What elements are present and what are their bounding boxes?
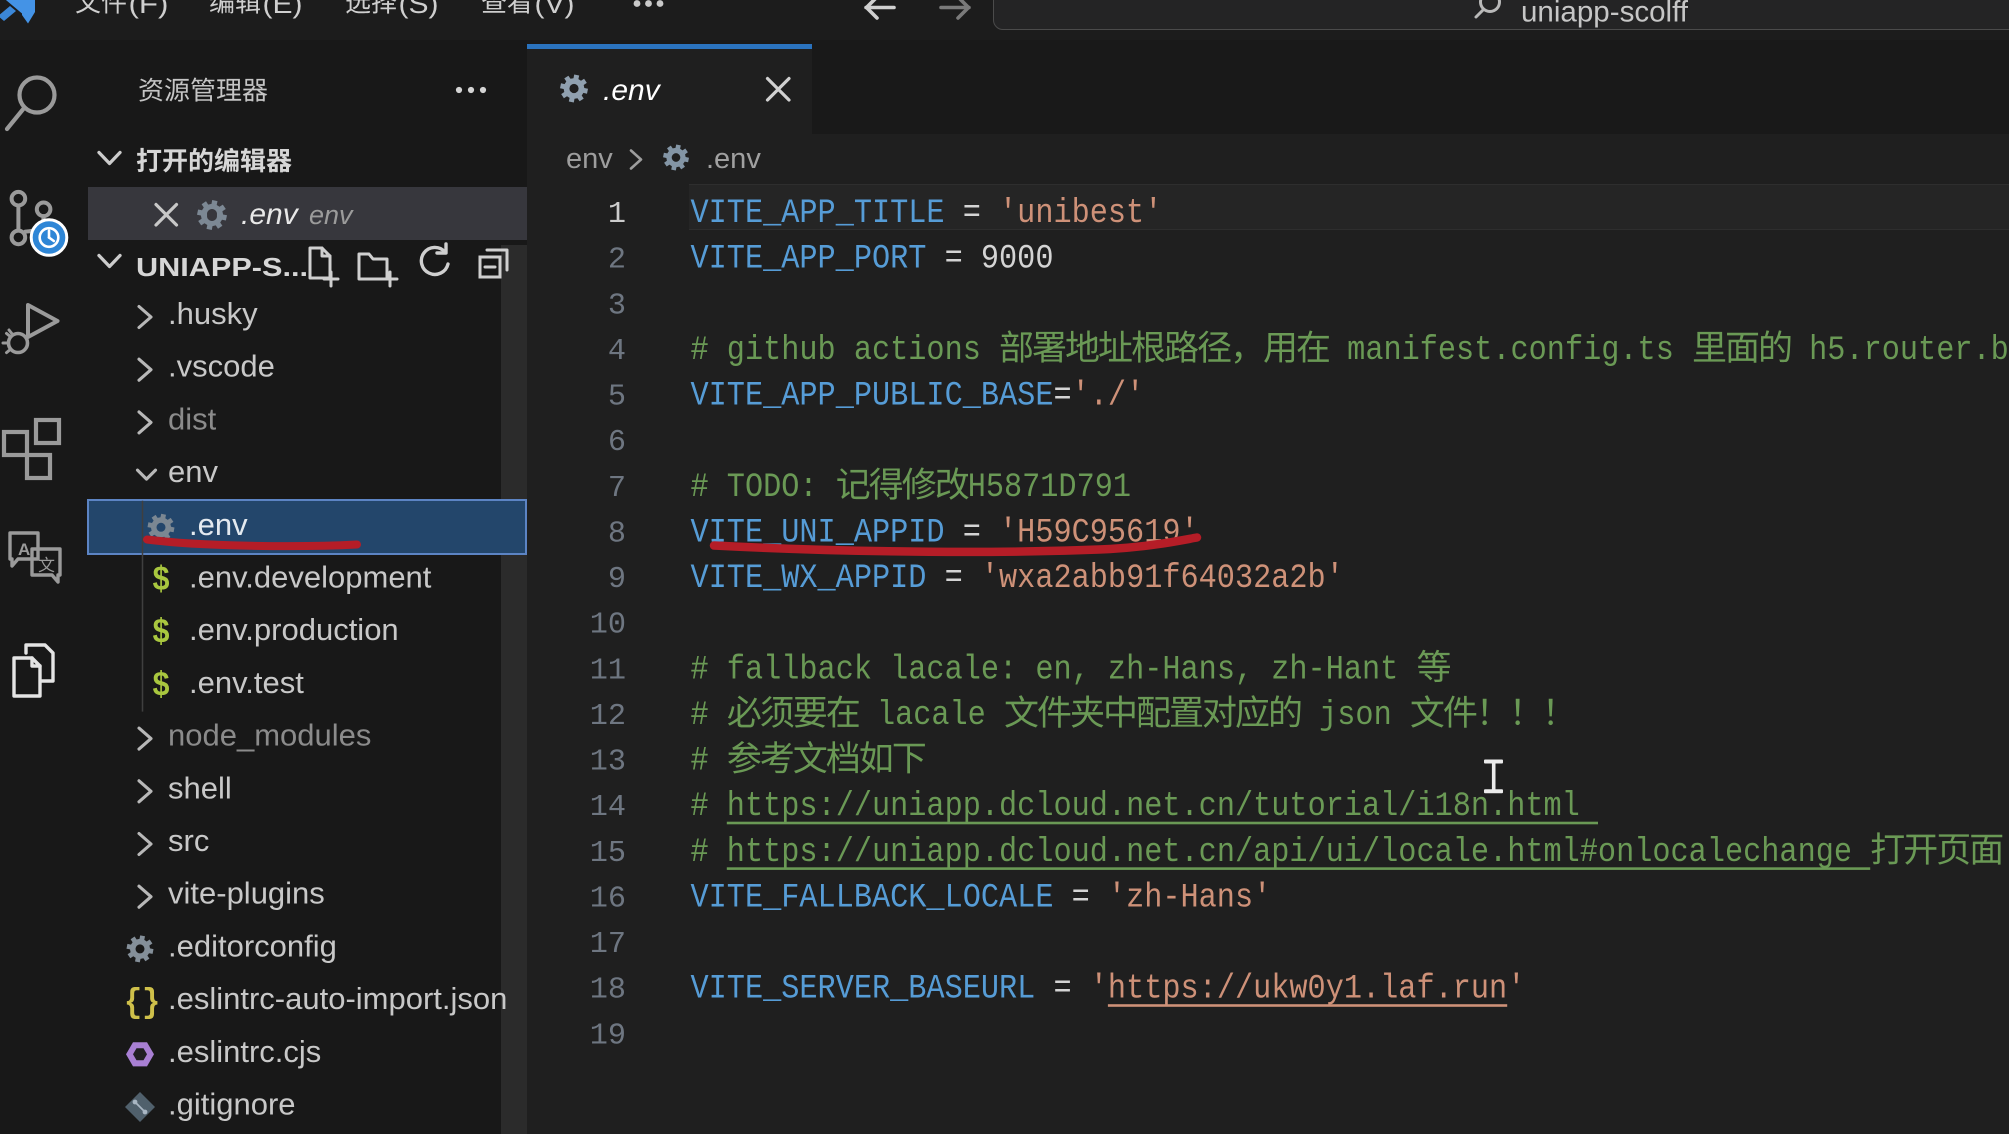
- svg-text:8: 8: [608, 516, 626, 551]
- svg-text:h5.router.base: h5.router.base: [1791, 331, 2009, 370]
- svg-text:VITE_APP_PUBLIC_BASE: VITE_APP_PUBLIC_BASE: [691, 377, 1054, 416]
- svg-text:15: 15: [590, 836, 626, 871]
- svg-text:#: #: [691, 696, 727, 735]
- svg-text:# github actions: # github actions: [691, 331, 1000, 370]
- svg-text:'./': './': [1072, 377, 1145, 416]
- svg-text:# https://uniapp.dcloud.net.cn: # https://uniapp.dcloud.net.cn/api/ui/lo…: [691, 833, 1871, 872]
- svg-text:# fallback lacale: en, zh-Hans: # fallback lacale: en, zh-Hans, zh-Hant: [691, 650, 1417, 689]
- svg-text:vite-plugins: vite-plugins: [168, 876, 325, 911]
- svg-text:18: 18: [590, 973, 626, 1008]
- svg-text:=: =: [945, 194, 999, 233]
- svg-text:.gitignore: .gitignore: [168, 1087, 296, 1122]
- svg-text:=: =: [926, 559, 980, 598]
- svg-text:.eslintrc.cjs: .eslintrc.cjs: [168, 1034, 321, 1069]
- svg-text:lacale: lacale: [859, 696, 1004, 735]
- svg-text:.env: .env: [603, 74, 662, 107]
- svg-text:json: json: [1301, 696, 1410, 735]
- svg-text:12: 12: [590, 699, 626, 734]
- svg-text:VITE_SERVER_BASEURL: VITE_SERVER_BASEURL: [691, 970, 1036, 1009]
- svg-text:14: 14: [590, 790, 626, 825]
- svg-text:VITE_WX_APPID: VITE_WX_APPID: [691, 559, 927, 598]
- svg-text:H5871D791: H5871D791: [968, 468, 1131, 507]
- svg-text:16: 16: [590, 881, 626, 916]
- svg-text:(F): (F): [129, 0, 169, 19]
- svg-text:# TODO:: # TODO:: [691, 468, 836, 507]
- svg-text:.husky: .husky: [168, 296, 258, 331]
- svg-text:9: 9: [608, 562, 626, 597]
- svg-text:.env: .env: [241, 198, 300, 231]
- svg-text:'wxa2abb91f64032a2b': 'wxa2abb91f64032a2b': [981, 559, 1344, 598]
- svg-text:.eslintrc-auto-import.json: .eslintrc-auto-import.json: [168, 981, 507, 1016]
- svg-text:6: 6: [608, 425, 626, 460]
- svg-text:A: A: [18, 540, 30, 559]
- svg-text:.env: .env: [189, 507, 248, 542]
- svg-text:1: 1: [608, 197, 626, 232]
- svg-text:env: env: [168, 454, 218, 489]
- svg-text:VITE_APP_PORT: VITE_APP_PORT: [691, 240, 927, 279]
- svg-text:$: $: [152, 668, 170, 706]
- svg-text:13: 13: [590, 745, 626, 780]
- svg-text:'zh-Hans': 'zh-Hans': [1108, 878, 1271, 917]
- svg-text:env: env: [566, 143, 613, 175]
- svg-text:=: =: [945, 513, 999, 552]
- svg-text:shell: shell: [168, 770, 232, 805]
- svg-text:#: #: [691, 742, 727, 781]
- svg-text:.env.production: .env.production: [189, 612, 399, 647]
- svg-text:(E): (E): [263, 0, 303, 19]
- svg-text:uniapp-scolff: uniapp-scolff: [1521, 0, 1689, 29]
- svg-text:3: 3: [608, 288, 626, 323]
- svg-text:=: =: [1053, 878, 1107, 917]
- svg-text:=: =: [926, 240, 980, 279]
- svg-text:$: $: [152, 563, 170, 601]
- svg-text:.vscode: .vscode: [168, 349, 275, 384]
- svg-text:=: =: [1053, 377, 1071, 416]
- svg-text:node_modules: node_modules: [168, 718, 371, 753]
- svg-text:4: 4: [608, 334, 626, 369]
- svg-text:UNIAPP-S...: UNIAPP-S...: [136, 252, 308, 282]
- svg-text:src: src: [168, 823, 209, 858]
- svg-text:.env.development: .env.development: [189, 560, 432, 595]
- svg-text:# https://uniapp.dcloud.net.cn: # https://uniapp.dcloud.net.cn/tutorial/…: [691, 787, 1580, 826]
- svg-text:'unibest': 'unibest': [999, 194, 1162, 233]
- svg-text:(V): (V): [535, 0, 575, 19]
- svg-text:2: 2: [608, 243, 626, 278]
- svg-text:VITE_FALLBACK_LOCALE: VITE_FALLBACK_LOCALE: [691, 878, 1054, 917]
- svg-text:(S): (S): [399, 0, 439, 19]
- svg-text:.env: .env: [706, 143, 761, 175]
- svg-text:5: 5: [608, 380, 626, 415]
- svg-text:': ': [1090, 970, 1108, 1009]
- svg-text:VITE_APP_TITLE: VITE_APP_TITLE: [691, 194, 945, 233]
- svg-text:dist: dist: [168, 401, 217, 436]
- svg-text:10: 10: [590, 608, 626, 643]
- svg-text:17: 17: [590, 927, 626, 962]
- svg-text:{}: {}: [124, 985, 160, 1023]
- svg-text:=: =: [1035, 970, 1089, 1009]
- svg-text:.env.test: .env.test: [189, 665, 304, 700]
- svg-text:.editorconfig: .editorconfig: [168, 928, 337, 963]
- svg-text:https://ukw0y1.laf.run: https://ukw0y1.laf.run: [1108, 970, 1507, 1009]
- svg-text:': ': [1507, 970, 1525, 1009]
- svg-text:env: env: [309, 200, 354, 230]
- svg-text:19: 19: [590, 1018, 626, 1053]
- svg-text:7: 7: [608, 471, 626, 506]
- svg-text:$: $: [152, 615, 170, 653]
- svg-text:9000: 9000: [981, 240, 1054, 279]
- svg-text:11: 11: [590, 653, 626, 688]
- svg-text:manifest.config.ts: manifest.config.ts: [1329, 331, 1692, 370]
